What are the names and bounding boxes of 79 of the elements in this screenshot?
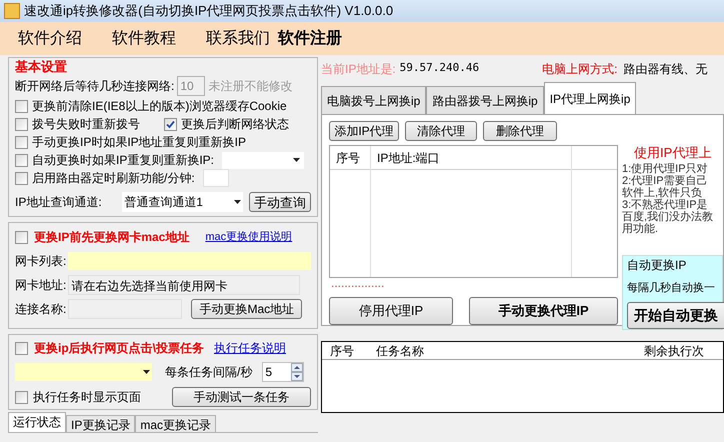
start-auto-button[interactable]: 开始自动更换 xyxy=(627,302,724,328)
checkbox-label: 启用路由器定时刷新功能/分钟: xyxy=(32,170,195,187)
info-text: 用功能. xyxy=(622,222,660,234)
test-task-button[interactable]: 手动测试一条任务 xyxy=(172,387,311,407)
checkbox[interactable] xyxy=(15,172,28,184)
tab[interactable]: IP更换记录 xyxy=(66,415,136,432)
toolbar-button[interactable]: 删除代理 xyxy=(483,121,557,141)
tab[interactable]: 运行状态 xyxy=(8,412,66,432)
app-logo-icon xyxy=(4,3,20,19)
menu-item[interactable]: 联系我们 xyxy=(206,26,270,50)
help-link[interactable]: 执行任务说明 xyxy=(214,339,286,357)
checkbox[interactable] xyxy=(15,342,28,354)
checkbox[interactable] xyxy=(15,118,28,130)
section-title: 更换ip后执行网页点击\投票任务 xyxy=(34,340,204,357)
field-label: 连接名称: xyxy=(15,301,66,318)
field-label: 每条任务间隔/秒 xyxy=(165,364,252,381)
checkbox[interactable] xyxy=(15,154,28,166)
info-text: 3:不熟悉代理IP是 xyxy=(622,198,709,210)
ip-address: 59.57.240.46 xyxy=(400,60,480,76)
field-label: 网卡地址: xyxy=(15,277,66,294)
menu-item[interactable]: 软件教程 xyxy=(112,26,176,50)
checkbox[interactable] xyxy=(15,390,28,404)
checkbox-label: 更换后判断网络状态 xyxy=(181,116,289,133)
section-title: 更换IP前先更换网卡mac地址 xyxy=(34,229,190,246)
column-header: IP地址:端口 xyxy=(371,146,571,170)
query-button[interactable]: 手动查询 xyxy=(249,192,311,212)
checkbox-label: 手动更换IP时如果IP地址重复则重新换IP xyxy=(32,134,246,151)
field-label: 网卡列表: xyxy=(15,253,66,270)
column-header: 序号 xyxy=(329,343,355,359)
tab[interactable]: IP代理上网换ip xyxy=(544,82,636,114)
info-text: 1:使用代理IP只对 xyxy=(622,162,709,174)
change-proxy-button[interactable]: 手动更换代理IP xyxy=(469,297,618,325)
dropdown-arrow-icon[interactable] xyxy=(234,200,242,204)
dotted-line: ................ xyxy=(330,278,386,292)
checkbox[interactable] xyxy=(15,100,28,112)
dropdown-arrow-icon[interactable] xyxy=(293,158,300,162)
column-header: 剩余执行次 xyxy=(643,343,705,359)
menu-item[interactable]: 软件介绍 xyxy=(18,26,82,50)
checkbox-label: 自动更换时如果IP重复则重新换IP: xyxy=(32,152,214,169)
field-label: 每隔几秒自动换一 xyxy=(627,280,716,296)
checkbox[interactable] xyxy=(164,118,177,130)
tab[interactable]: mac更换记录 xyxy=(135,415,216,432)
disabled-note: 未注册不能修改 xyxy=(208,78,292,95)
minutes-field[interactable] xyxy=(202,169,229,187)
toolbar-button[interactable]: 清除代理 xyxy=(405,121,477,141)
stop-proxy-button[interactable]: 停用代理IP xyxy=(329,297,453,325)
dropdown-value: 普通查询通道1 xyxy=(124,194,203,211)
checkbox-label: 拨号失败时重新拨号 xyxy=(32,116,140,133)
spinner-value: 5 xyxy=(264,364,274,381)
column-header: 序号 xyxy=(330,146,370,170)
checkbox-label: 更换前清除IE(IE8以上的版本)浏览器缓存Cookie xyxy=(32,98,287,115)
change-mac-button[interactable]: 手动更换Mac地址 xyxy=(191,299,302,319)
menu-item[interactable]: 软件注册 xyxy=(278,26,342,50)
help-link[interactable]: mac更换使用说明 xyxy=(205,228,292,246)
interval-spinner[interactable]: 5 xyxy=(262,362,304,382)
info-title: 使用IP代理上 xyxy=(633,144,712,162)
connection-mode: 路由器有线、无 xyxy=(624,60,708,78)
info-text: 软件上,软件只负 xyxy=(622,186,704,198)
tab[interactable]: 路由器拨号上网换ip xyxy=(426,86,544,114)
ip-label: 当前IP地址是: xyxy=(321,60,396,78)
toolbar-button[interactable]: 添加IP代理 xyxy=(329,121,399,141)
checkbox-label: 执行任务时显示页面 xyxy=(33,389,141,406)
spin-arrows-icon[interactable] xyxy=(291,363,304,381)
info-text: 百度,我们没办法教 xyxy=(622,210,714,222)
info-text: 2:代理IP需要自己 xyxy=(622,174,709,186)
section-title: 基本设置 xyxy=(15,58,68,75)
checkbox[interactable] xyxy=(15,230,28,244)
dropdown-arrow-icon[interactable] xyxy=(143,370,150,374)
tab[interactable]: 电脑拨号上网换ip xyxy=(321,86,426,114)
connection-label: 电脑上网方式: xyxy=(542,60,618,78)
column-header: 任务名称 xyxy=(375,343,425,359)
window-title: 速改通ip转换修改器(自动切换IP代理网页投票点击软件) V1.0.0.0 xyxy=(24,2,394,20)
group-title: 自动更换IP xyxy=(627,256,688,274)
adapter-list-field[interactable] xyxy=(68,252,311,270)
field-label: IP地址查询通道: xyxy=(15,194,103,211)
channel-dropdown[interactable]: 普通查询通道1 xyxy=(122,192,244,212)
mac-address-field[interactable]: 请在右边先选择当前使用网卡 xyxy=(68,275,300,295)
field-label: 断开网络后等待几秒连接网络: xyxy=(15,78,174,95)
checkbox[interactable] xyxy=(15,136,28,148)
